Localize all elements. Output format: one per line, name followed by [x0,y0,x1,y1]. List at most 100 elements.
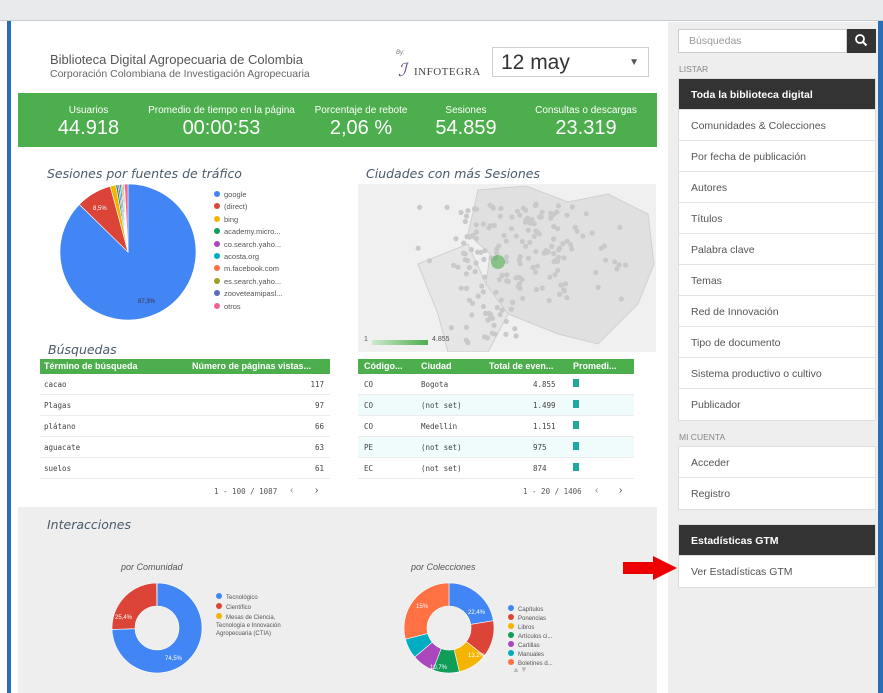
legend-item[interactable]: co.search.yaho... [214,240,282,252]
table-row[interactable]: plátano 66 [40,416,330,437]
city-marker[interactable] [503,238,509,244]
legend-item[interactable]: acosta.org [214,252,282,264]
menu-item[interactable]: Red de Innovación [679,296,875,327]
menu-item[interactable]: Sistema productivo o cultivo [679,358,875,389]
city-marker[interactable] [520,295,526,302]
legend-item[interactable]: zooveteamipasl... [214,289,282,301]
city-marker[interactable] [475,293,481,299]
city-marker[interactable] [519,238,525,245]
table-row[interactable]: CO (not set) 1.499 [358,395,634,416]
city-marker[interactable] [517,261,523,267]
city-marker[interactable] [569,246,575,252]
city-marker[interactable] [595,284,601,290]
city-marker[interactable] [534,263,541,269]
city-marker[interactable] [458,209,464,216]
city-marker[interactable] [480,303,487,310]
city-marker[interactable] [509,214,515,220]
city-marker[interactable] [501,232,507,239]
city-marker[interactable] [561,287,567,293]
city-marker[interactable] [481,334,488,340]
city-marker[interactable] [533,269,539,275]
city-marker[interactable] [462,218,468,225]
city-marker[interactable] [497,213,503,219]
city-marker[interactable] [466,264,472,271]
city-marker[interactable] [498,205,504,212]
search-input[interactable]: Búsquedas [678,29,847,53]
city-marker[interactable] [551,250,557,257]
city-marker[interactable] [557,245,563,251]
city-marker[interactable] [538,214,544,220]
city-marker[interactable] [535,230,541,236]
pie-slice[interactable] [403,582,450,640]
city-marker[interactable] [514,208,520,214]
city-marker[interactable] [487,202,493,208]
city-marker[interactable] [557,291,563,297]
legend-item[interactable]: bing [214,215,282,227]
table-row[interactable]: PE (not set) 975 [358,437,634,458]
city-marker[interactable] [473,222,479,228]
city-marker[interactable] [487,314,494,320]
date-selector[interactable]: 12 may ▼ [492,47,649,77]
city-marker[interactable] [463,324,470,330]
table-row[interactable]: cacao 117 [40,374,330,395]
city-marker[interactable] [547,210,554,216]
legend-item[interactable]: m.facebook.com [214,264,282,276]
table-row[interactable]: aguacate 63 [40,437,330,458]
city-marker[interactable] [580,233,586,239]
city-marker[interactable] [593,269,599,275]
city-marker[interactable] [553,257,559,263]
city-marker[interactable] [503,318,509,324]
city-marker[interactable] [561,255,567,261]
city-marker[interactable] [491,322,497,328]
city-marker[interactable] [546,297,552,304]
city-marker[interactable] [468,247,474,253]
city-marker[interactable] [533,286,540,293]
stats-link[interactable]: Ver Estadísticas GTM [679,556,875,587]
city-marker[interactable] [444,204,450,210]
table-row[interactable]: EC (not set) 874 [358,458,634,479]
city-marker[interactable] [547,274,553,280]
city-marker[interactable] [533,248,539,255]
city-marker[interactable] [461,250,467,256]
city-marker[interactable] [564,295,570,301]
city-marker[interactable] [513,233,519,239]
city-marker[interactable] [603,257,609,263]
city-marker[interactable] [463,271,469,277]
city-marker[interactable] [465,208,471,214]
city-marker[interactable] [601,243,608,249]
legend-pager-icon[interactable]: ▲▼ [512,665,528,674]
city-marker[interactable] [525,215,531,221]
city-marker[interactable] [448,325,454,331]
legend-item[interactable]: Tecnológico [216,593,286,602]
city-marker[interactable] [525,255,531,261]
city-marker[interactable] [612,259,618,265]
city-marker[interactable] [589,230,595,236]
legend-item[interactable]: Ponencias [508,614,553,623]
menu-item[interactable]: Palabra clave [679,234,875,265]
city-marker[interactable] [569,204,575,210]
city-marker[interactable] [558,282,564,288]
menu-item[interactable]: Por fecha de publicación [679,141,875,172]
legend-item[interactable]: otros [214,302,282,314]
city-marker[interactable] [458,285,464,291]
prev-page-icon[interactable]: ‹ [595,485,598,496]
col-total[interactable]: Total de even... [489,361,553,371]
city-marker[interactable] [462,257,468,263]
city-marker[interactable] [483,310,489,316]
city-marker[interactable] [552,272,558,278]
col-views[interactable]: Número de páginas vistas... [192,361,311,371]
city-marker[interactable] [549,243,555,249]
menu-item[interactable]: Títulos [679,203,875,234]
legend-item[interactable]: Científico [216,603,286,612]
prev-page-icon[interactable]: ‹ [290,485,293,496]
city-marker[interactable] [481,256,487,262]
city-marker[interactable] [480,289,486,295]
menu-item[interactable]: Toda la biblioteca digital [679,79,875,110]
city-marker[interactable] [472,269,478,275]
city-marker[interactable] [516,257,522,263]
city-marker[interactable] [496,243,502,249]
city-marker[interactable] [623,262,629,268]
city-marker[interactable] [479,283,485,289]
city-marker[interactable] [616,262,622,268]
pie-slice[interactable] [111,582,158,630]
